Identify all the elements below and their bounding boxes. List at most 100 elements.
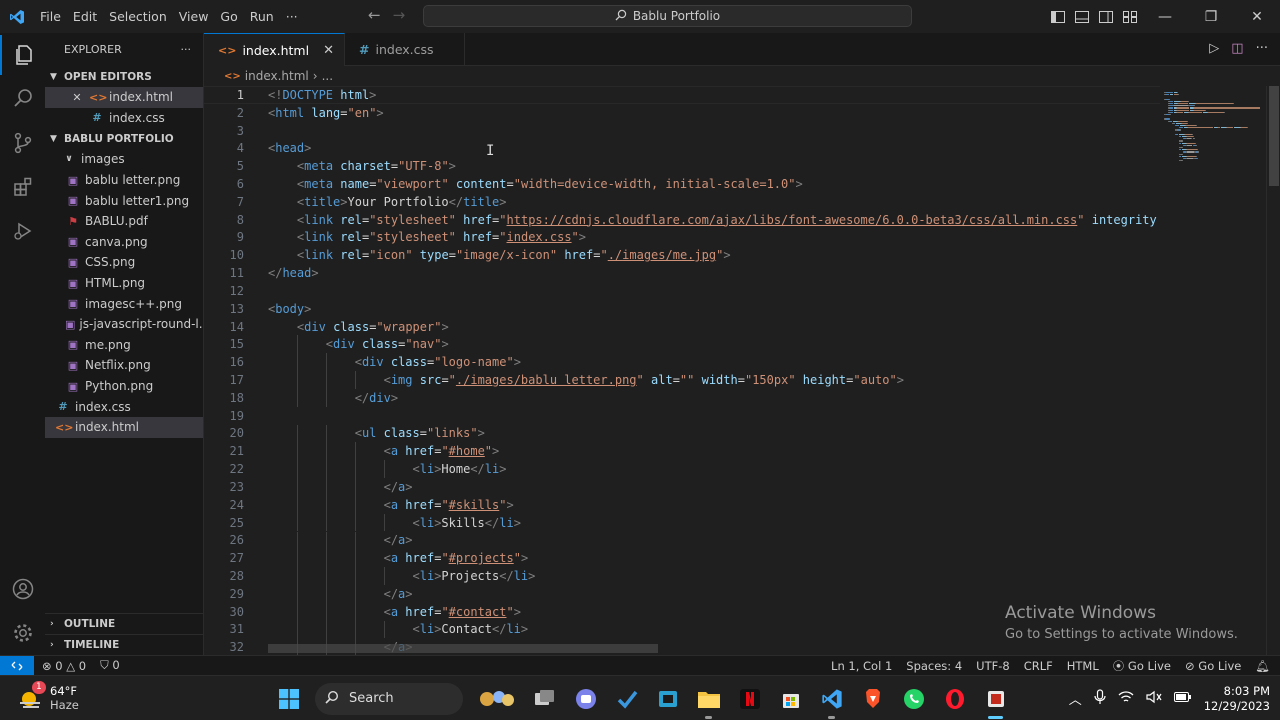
- task-view-icon[interactable]: [524, 676, 565, 720]
- file-item[interactable]: ▣ imagesc++.png: [45, 293, 203, 314]
- file-item[interactable]: ▣ me.png: [45, 335, 203, 356]
- widgets-icon[interactable]: [469, 676, 524, 720]
- code-line[interactable]: 2 <html lang="en">: [204, 104, 1160, 122]
- whatsapp-icon[interactable]: [893, 676, 934, 720]
- menu-go[interactable]: Go: [214, 9, 243, 24]
- store-icon[interactable]: [647, 676, 688, 720]
- file-item[interactable]: ▣ js-javascript-round-l...: [45, 314, 203, 335]
- toggle-secondary-sidebar-icon[interactable]: [1094, 0, 1118, 33]
- remote-indicator-icon[interactable]: [0, 655, 34, 676]
- code-line[interactable]: 6 <meta name="viewport" content="width=d…: [204, 175, 1160, 193]
- code-line[interactable]: 3: [204, 122, 1160, 140]
- file-item[interactable]: ▣ HTML.png: [45, 273, 203, 294]
- open-editors-header[interactable]: ▼ OPEN EDITORS: [45, 66, 203, 87]
- open-editor-index-html[interactable]: ✕ <> index.html: [45, 87, 203, 108]
- forward-arrow-icon[interactable]: →: [393, 6, 406, 24]
- file-item[interactable]: ▣ CSS.png: [45, 252, 203, 273]
- code-line[interactable]: 4 <head>: [204, 139, 1160, 157]
- toggle-panel-icon[interactable]: [1070, 0, 1094, 33]
- code-line[interactable]: 5 <meta charset="UTF-8">: [204, 157, 1160, 175]
- code-line[interactable]: 26 </a>: [204, 531, 1160, 550]
- wifi-icon[interactable]: [1118, 690, 1134, 707]
- indentation[interactable]: Spaces: 4: [906, 659, 962, 673]
- source-control-icon[interactable]: [0, 121, 45, 165]
- tab-index-css[interactable]: # index.css: [345, 33, 465, 66]
- timeline-header[interactable]: › TIMELINE: [45, 634, 203, 655]
- breadcrumb-rest[interactable]: ...: [322, 69, 333, 83]
- file-item[interactable]: ▣ Python.png: [45, 376, 203, 397]
- vscode-taskbar-icon[interactable]: [811, 676, 852, 720]
- run-debug-icon[interactable]: [0, 209, 45, 253]
- project-folder-header[interactable]: ▼ BABLU PORTFOLIO: [45, 128, 203, 149]
- horizontal-scrollbar[interactable]: [268, 644, 658, 653]
- explorer-icon[interactable]: [0, 33, 45, 77]
- end-of-line[interactable]: CRLF: [1024, 659, 1053, 673]
- problems-indicator[interactable]: ⊗ 0 △ 0: [42, 659, 86, 673]
- microphone-icon[interactable]: [1094, 689, 1106, 708]
- code-line[interactable]: 25 <li>Skills</li>: [204, 513, 1160, 532]
- restore-button[interactable]: ❐: [1188, 0, 1234, 33]
- scrollbar-thumb[interactable]: [1269, 86, 1279, 186]
- menu-file[interactable]: File: [34, 9, 67, 24]
- file-explorer-icon[interactable]: [688, 676, 729, 720]
- menu-run[interactable]: Run: [244, 9, 280, 24]
- go-live-2[interactable]: ⊘ Go Live: [1185, 659, 1241, 673]
- code-line[interactable]: 27 <a href="#projects">: [204, 549, 1160, 568]
- code-line[interactable]: 20 <ul class="links">: [204, 424, 1160, 443]
- code-line[interactable]: 22 <li>Home</li>: [204, 460, 1160, 479]
- tab-index-html[interactable]: <> index.html ✕: [204, 33, 345, 66]
- code-line[interactable]: 28 <li>Projects</li>: [204, 567, 1160, 585]
- brave-browser-icon[interactable]: [852, 676, 893, 720]
- code-editor[interactable]: 1 <!DOCTYPE html> 2 <html lang="en"> 3 4 <head…: [204, 86, 1160, 655]
- vertical-scrollbar[interactable]: [1266, 86, 1280, 655]
- code-line[interactable]: 14 <div class="wrapper">: [204, 318, 1160, 336]
- menu-more[interactable]: ···: [280, 9, 304, 24]
- show-hidden-icons-icon[interactable]: ︿: [1069, 689, 1082, 708]
- store-bag-icon[interactable]: [770, 676, 811, 720]
- code-line[interactable]: 9 <link rel="stylesheet" href="index.css…: [204, 229, 1160, 247]
- language-mode[interactable]: HTML: [1067, 659, 1099, 673]
- open-editor-index-css[interactable]: # index.css: [45, 108, 203, 129]
- explorer-more-icon[interactable]: ···: [181, 43, 192, 56]
- customize-layout-icon[interactable]: [1118, 0, 1142, 33]
- back-arrow-icon[interactable]: ←: [368, 6, 381, 24]
- menu-view[interactable]: View: [173, 9, 215, 24]
- file-item[interactable]: # index.css: [45, 396, 203, 417]
- notifications-bell-icon[interactable]: 🔔︎: [1255, 659, 1270, 673]
- code-line[interactable]: 21 <a href="#home">: [204, 442, 1160, 461]
- code-line[interactable]: 19: [204, 407, 1160, 425]
- more-actions-icon[interactable]: ···: [1256, 41, 1268, 56]
- file-item[interactable]: <> index.html: [45, 416, 203, 438]
- taskbar-search[interactable]: Search: [315, 682, 463, 715]
- file-item[interactable]: ▣ bablu letter1.png: [45, 190, 203, 211]
- code-line[interactable]: 7 <title>Your Portfolio</title>: [204, 193, 1160, 211]
- extensions-icon[interactable]: [0, 165, 45, 209]
- teams-chat-icon[interactable]: [565, 676, 606, 720]
- command-center[interactable]: Bablu Portfolio: [423, 5, 912, 27]
- minimap[interactable]: [1160, 86, 1266, 655]
- code-line[interactable]: 29 </a>: [204, 584, 1160, 603]
- code-line[interactable]: 23 </a>: [204, 478, 1160, 496]
- file-item[interactable]: ▣ Netflix.png: [45, 355, 203, 376]
- file-item[interactable]: ⚑ BABLU.pdf: [45, 211, 203, 232]
- outline-header[interactable]: › OUTLINE: [45, 613, 203, 634]
- volume-muted-icon[interactable]: [1146, 690, 1162, 707]
- file-item[interactable]: ▣ bablu letter.png: [45, 170, 203, 191]
- code-line[interactable]: 1 <!DOCTYPE html>: [204, 86, 1160, 104]
- file-item[interactable]: ▣ canva.png: [45, 232, 203, 253]
- menu-selection[interactable]: Selection: [103, 9, 173, 24]
- code-line[interactable]: 16 <div class="logo-name">: [204, 353, 1160, 372]
- manage-gear-icon[interactable]: [0, 611, 45, 655]
- start-button-icon[interactable]: [268, 676, 309, 720]
- code-line[interactable]: 15 <div class="nav">: [204, 335, 1160, 354]
- code-line[interactable]: 24 <a href="#skills">: [204, 495, 1160, 514]
- search-view-icon[interactable]: [0, 77, 45, 121]
- code-line[interactable]: 11 </head>: [204, 264, 1160, 282]
- weather-widget[interactable]: 1 64°F Haze: [18, 681, 79, 712]
- split-editor-icon[interactable]: ◫: [1231, 41, 1243, 56]
- accounts-icon[interactable]: [0, 567, 45, 611]
- clock[interactable]: 8:03 PM 12/29/2023: [1204, 684, 1270, 714]
- cursor-position[interactable]: Ln 1, Col 1: [831, 659, 892, 673]
- menu-edit[interactable]: Edit: [67, 9, 103, 24]
- code-line[interactable]: 12: [204, 282, 1160, 300]
